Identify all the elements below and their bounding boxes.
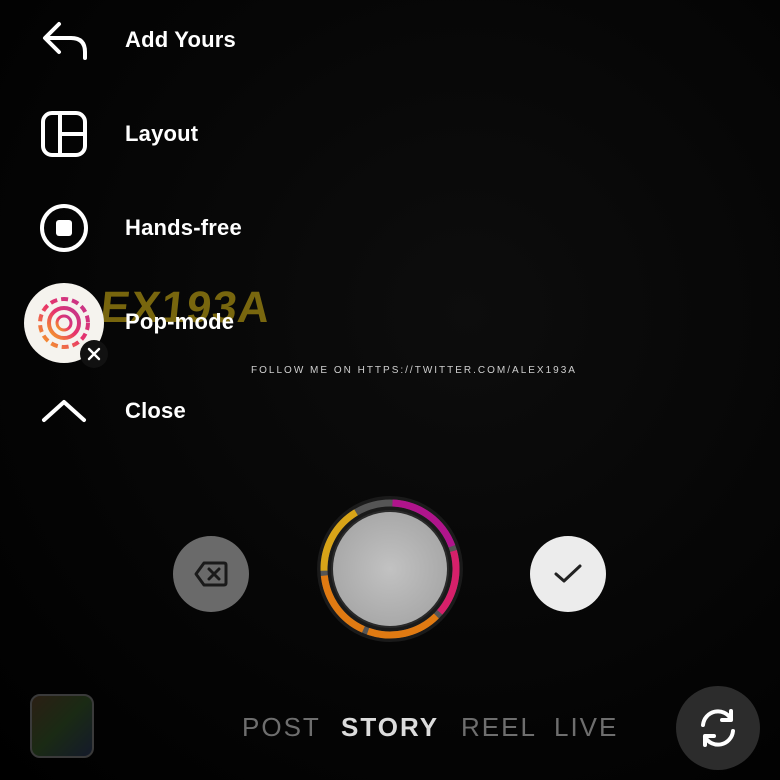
pop-mode-icon: [38, 297, 90, 349]
layout-grid-icon: [32, 104, 96, 164]
pop-mode-close-icon[interactable]: [80, 340, 108, 368]
reply-arrow-icon: [32, 10, 96, 70]
camera-screen: Add Yours Layout Hands-free ALEX193A Pop…: [0, 0, 780, 780]
hands-free-label: Hands-free: [125, 215, 242, 240]
mode-story[interactable]: STORY: [341, 712, 439, 743]
add-yours-label: Add Yours: [125, 27, 236, 52]
menu-item-close[interactable]: Close: [0, 381, 186, 441]
close-label: Close: [125, 398, 186, 423]
shutter-inner: [333, 512, 447, 626]
menu-item-add-yours[interactable]: Add Yours: [0, 10, 236, 70]
menu-item-layout[interactable]: Layout: [0, 104, 198, 164]
checkmark-icon: [554, 564, 582, 583]
layout-label: Layout: [125, 121, 199, 146]
mode-live[interactable]: LIVE: [554, 712, 618, 743]
flip-camera-button[interactable]: [676, 686, 760, 770]
mode-post[interactable]: POST: [242, 712, 321, 743]
menu-item-hands-free[interactable]: Hands-free: [0, 198, 242, 258]
chevron-up-icon: [32, 381, 96, 441]
done-button[interactable]: [530, 536, 606, 612]
delete-clip-button[interactable]: [173, 536, 249, 612]
mode-selector: POST STORY REEL LIVE: [0, 706, 780, 746]
backspace-icon: [194, 561, 228, 587]
mode-reel[interactable]: REEL: [461, 712, 537, 743]
pop-mode-label: Pop-mode: [125, 309, 235, 334]
shutter-button[interactable]: [315, 494, 465, 644]
watermark-follow-text: FOLLOW ME ON HTTPS://TWITTER.COM/ALEX193…: [251, 365, 577, 376]
stop-circle-icon: [32, 198, 96, 258]
flip-camera-icon: [701, 709, 735, 747]
